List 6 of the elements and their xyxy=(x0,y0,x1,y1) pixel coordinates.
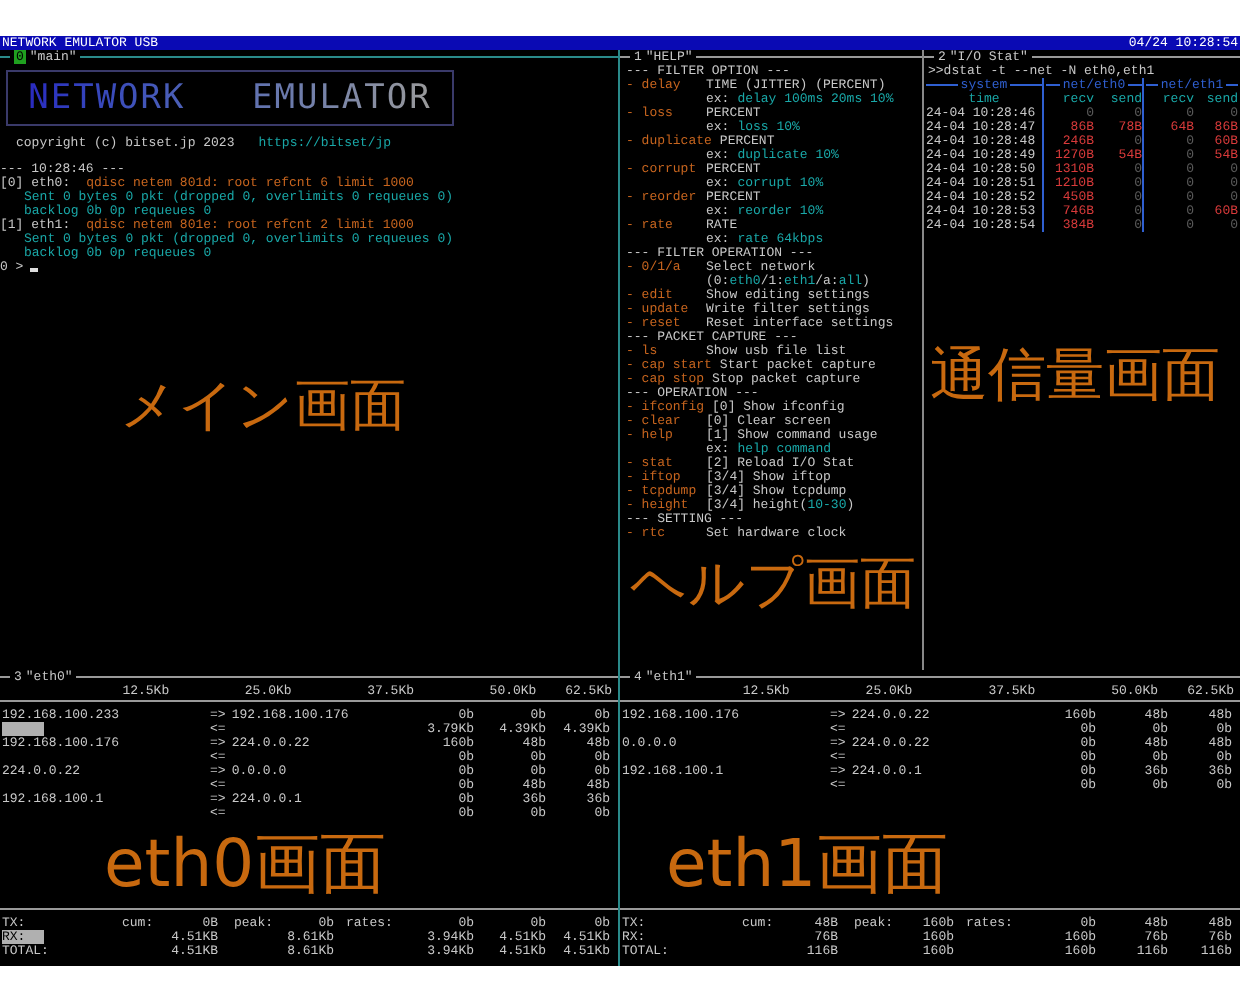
caption: eth0画面 xyxy=(104,830,387,896)
caption: ヘルプ画面 xyxy=(630,556,916,612)
cursor xyxy=(29,268,38,272)
caption: eth1画面 xyxy=(666,830,949,896)
caption: 通信量画面 xyxy=(930,346,1220,404)
caption: メイン画面 xyxy=(120,378,406,434)
